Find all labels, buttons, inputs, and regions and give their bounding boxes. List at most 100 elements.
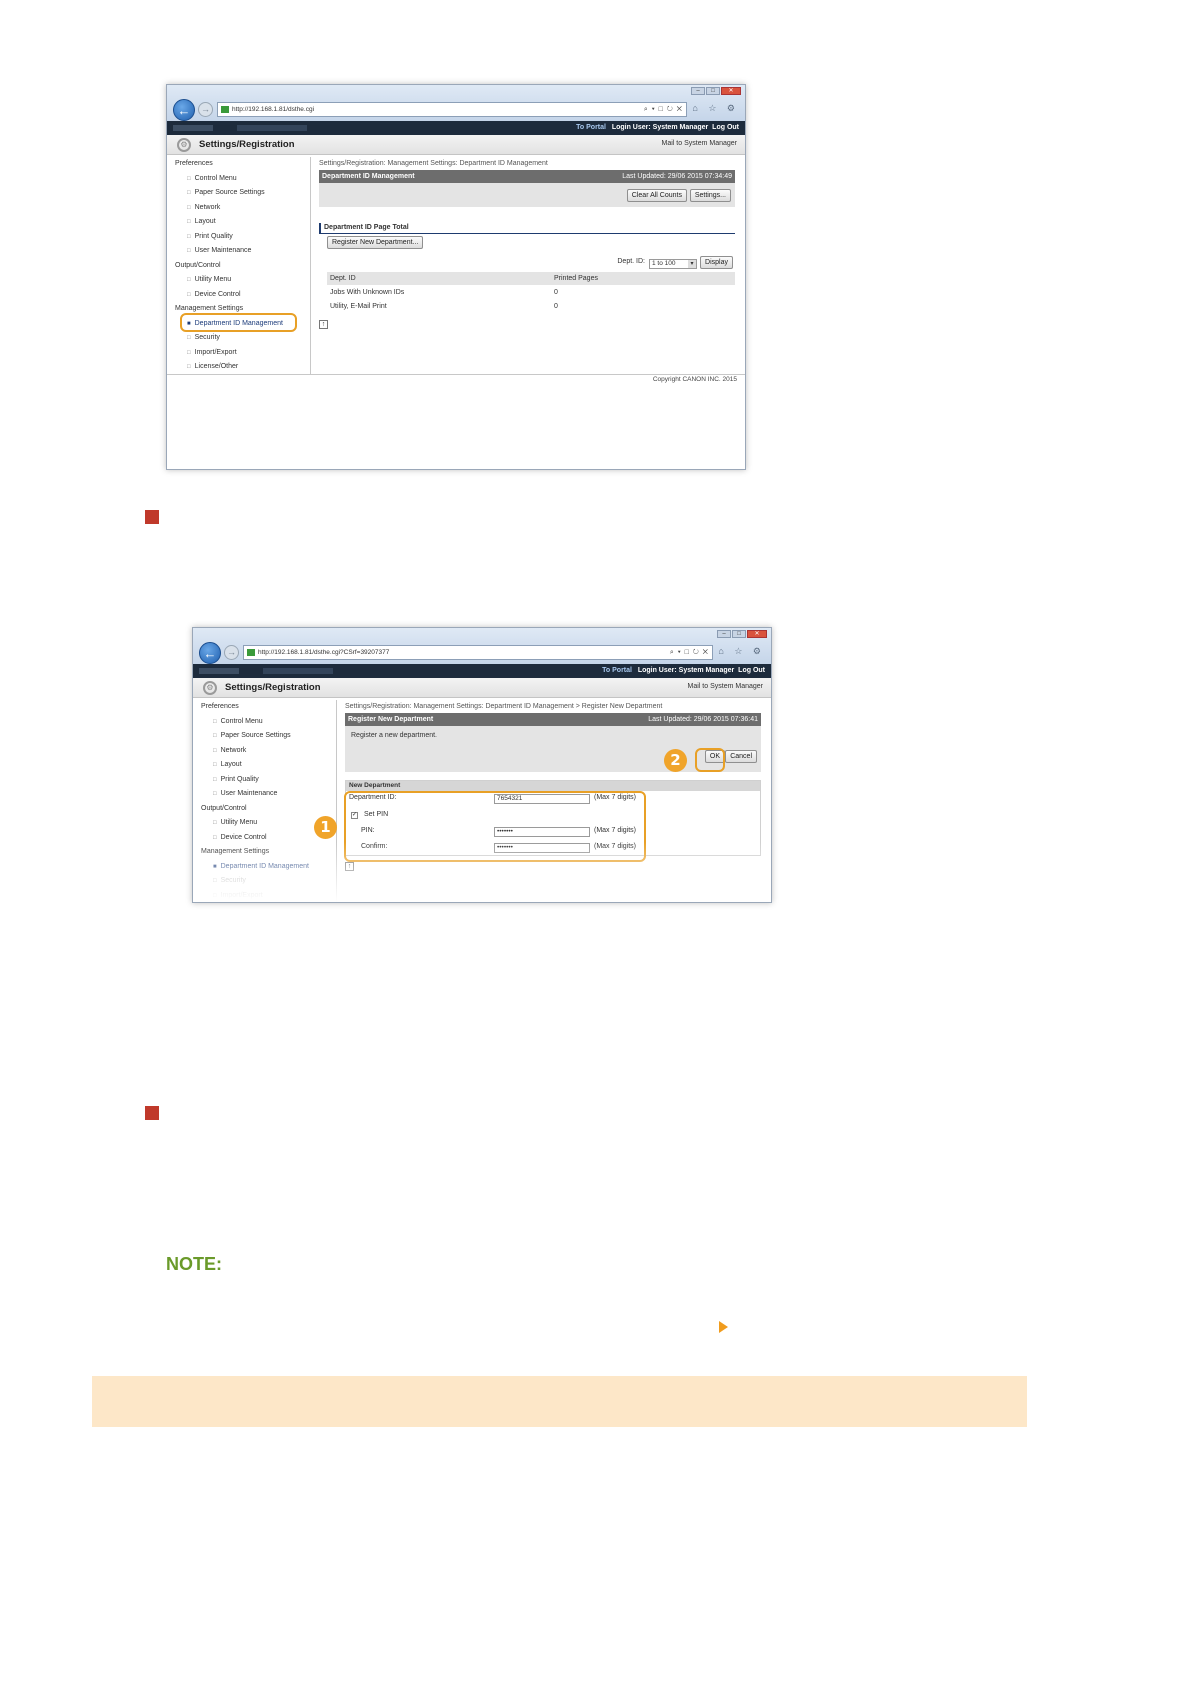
section-header: Department ID Management Last Updated: 2… xyxy=(319,170,735,183)
mail-to-system-manager-link[interactable]: Mail to System Manager xyxy=(688,683,763,690)
address-tools[interactable]: ⌕ ▾ □ ↻ ✕ xyxy=(644,103,683,116)
minimize-button[interactable]: – xyxy=(691,87,705,95)
action-panel: Clear All Counts Settings... xyxy=(319,183,735,207)
callout-badge-1: 1 xyxy=(314,816,337,839)
sidebar: Preferences Control MenuPaper Source Sett… xyxy=(171,157,311,375)
home-star-gear-icons[interactable]: ⌂ ☆ ⚙ xyxy=(692,103,739,114)
logout-link[interactable]: Log Out xyxy=(738,667,765,674)
sidebar-item[interactable]: Print Quality xyxy=(197,773,336,788)
favicon-icon xyxy=(247,649,255,656)
header-title: Department ID Management xyxy=(322,173,415,180)
dept-range-value: 1 to 100 xyxy=(652,260,676,267)
sidebar-item[interactable]: Paper Source Settings xyxy=(197,729,336,744)
device-model-name xyxy=(199,668,239,674)
login-user: Login User: System Manager xyxy=(637,667,735,674)
scroll-to-top-icon[interactable]: ↑ xyxy=(345,862,354,871)
window-buttons: – □ ✕ xyxy=(717,630,767,638)
address-bar[interactable]: http://192.168.1.81/dsthe.cgi ⌕ ▾ □ ↻ ✕ xyxy=(217,102,687,117)
address-tools[interactable]: ⌕ ▾ □ ↻ ✕ xyxy=(670,646,709,659)
page-title: Settings/Registration xyxy=(199,139,295,150)
back-arrow-icon[interactable]: ← xyxy=(173,99,195,121)
sidebar-item[interactable]: Control Menu xyxy=(197,715,336,730)
section-title: New Department xyxy=(346,781,760,791)
forward-arrow-icon[interactable]: → xyxy=(198,102,213,117)
logout-link[interactable]: Log Out xyxy=(712,124,739,131)
settings-title-bar: ⚙ Settings/Registration Mail to System M… xyxy=(193,678,771,698)
settings-title-bar: ⚙ Settings/Registration Mail to System M… xyxy=(167,135,745,155)
sidebar-item[interactable]: Import/Export xyxy=(197,889,336,903)
maximize-button[interactable]: □ xyxy=(706,87,720,95)
sidebar-category: Preferences xyxy=(201,703,239,710)
home-star-gear-icons[interactable]: ⌂ ☆ ⚙ xyxy=(718,646,765,657)
link-arrow-icon[interactable] xyxy=(719,1321,728,1333)
sidebar-item[interactable]: Network xyxy=(171,201,310,216)
last-updated: Last Updated: 29/06 2015 07:34:49 xyxy=(622,173,732,180)
browser-chrome: – □ ✕ ← → http://192.168.1.81/dsthe.cgi ⌕ … xyxy=(167,85,745,121)
sidebar-item[interactable]: Security xyxy=(197,874,336,889)
sidebar-item[interactable]: Layout xyxy=(197,758,336,773)
sidebar: Preferences Control MenuPaper Source Sett… xyxy=(197,700,337,903)
cancel-button[interactable]: Cancel xyxy=(725,750,757,763)
close-window-button[interactable]: ✕ xyxy=(747,630,767,638)
sidebar-category: Preferences xyxy=(175,160,213,167)
sidebar-item[interactable]: Utility Menu xyxy=(171,273,310,288)
sidebar-item[interactable]: User Maintenance xyxy=(171,244,310,259)
device-model-name xyxy=(173,125,213,131)
clear-all-counts-button[interactable]: Clear All Counts xyxy=(626,189,687,202)
dept-id-range-select[interactable]: 1 to 100 ▾ xyxy=(649,259,697,269)
sidebar-item[interactable]: Print Quality xyxy=(171,230,310,245)
sidebar-category: Output/Control xyxy=(201,804,247,812)
page-total-heading: Department ID Page Total xyxy=(319,223,735,234)
sidebar-item[interactable]: Layout xyxy=(171,215,310,230)
login-user: Login User: System Manager xyxy=(611,124,709,131)
to-portal-link[interactable]: To Portal xyxy=(602,667,632,674)
address-url: http://192.168.1.81/dsthe.cgi xyxy=(232,106,315,113)
main-content: Settings/Registration: Management Settin… xyxy=(319,157,735,329)
bottom-fade xyxy=(167,409,745,469)
sidebar-item[interactable]: License/Other xyxy=(171,360,310,375)
table-cell: Jobs With Unknown IDs xyxy=(330,289,405,296)
sidebar-item[interactable]: Paper Source Settings xyxy=(171,186,310,201)
favicon-icon xyxy=(221,106,229,113)
sidebar-item[interactable]: User Maintenance xyxy=(197,787,336,802)
sidebar-item[interactable]: Department ID Management xyxy=(197,860,336,875)
sidebar-item[interactable]: Control Menu xyxy=(171,172,310,187)
ok-button-highlight xyxy=(695,748,725,772)
device-model-detail xyxy=(237,125,307,131)
maximize-button[interactable]: □ xyxy=(732,630,746,638)
to-portal-link[interactable]: To Portal xyxy=(576,124,606,131)
screenshot-register-new-department: – □ ✕ ← → http://192.168.1.81/dsthe.cgi?CS… xyxy=(192,627,772,903)
close-window-button[interactable]: ✕ xyxy=(721,87,741,95)
forward-arrow-icon[interactable]: → xyxy=(224,645,239,660)
address-url: http://192.168.1.81/dsthe.cgi?CSrf=39207… xyxy=(258,649,390,656)
settings-gear-icon: ⚙ xyxy=(177,138,191,152)
table-cell: 0 xyxy=(554,289,558,296)
page-title: Settings/Registration xyxy=(225,682,321,693)
sidebar-item[interactable]: Security xyxy=(171,331,310,346)
dept-id-filter-label: Dept. ID: xyxy=(617,258,645,265)
copyright: Copyright CANON INC. 2015 xyxy=(652,376,737,383)
new-department-fields-highlight xyxy=(344,791,646,862)
device-model-detail xyxy=(263,668,333,674)
back-arrow-icon[interactable]: ← xyxy=(199,642,221,664)
minimize-button[interactable]: – xyxy=(717,630,731,638)
sidebar-item[interactable]: Import/Export xyxy=(171,346,310,361)
mail-to-system-manager-link[interactable]: Mail to System Manager xyxy=(662,140,737,147)
address-bar[interactable]: http://192.168.1.81/dsthe.cgi?CSrf=39207… xyxy=(243,645,713,660)
header-title: Register New Department xyxy=(348,716,434,723)
scroll-to-top-icon[interactable]: ↑ xyxy=(319,320,328,329)
sidebar-category: Management Settings xyxy=(201,848,270,855)
screenshot-department-id-management: – □ ✕ ← → http://192.168.1.81/dsthe.cgi ⌕ … xyxy=(166,84,746,470)
display-button[interactable]: Display xyxy=(700,256,733,269)
sidebar-item[interactable]: Device Control xyxy=(171,288,310,303)
settings-gear-icon: ⚙ xyxy=(203,681,217,695)
settings-button[interactable]: Settings... xyxy=(689,189,731,202)
last-updated: Last Updated: 29/06 2015 07:36:41 xyxy=(648,716,758,723)
register-new-department-button[interactable]: Register New Department... xyxy=(327,236,424,249)
table-row: Utility, E-Mail Print 0 xyxy=(327,300,735,313)
column-header: Dept. ID xyxy=(330,275,356,282)
department-id-management-highlight xyxy=(180,313,297,332)
sidebar-category: Output/Control xyxy=(175,261,221,269)
sidebar-item[interactable]: Network xyxy=(197,744,336,759)
footer-band xyxy=(92,1376,1027,1427)
